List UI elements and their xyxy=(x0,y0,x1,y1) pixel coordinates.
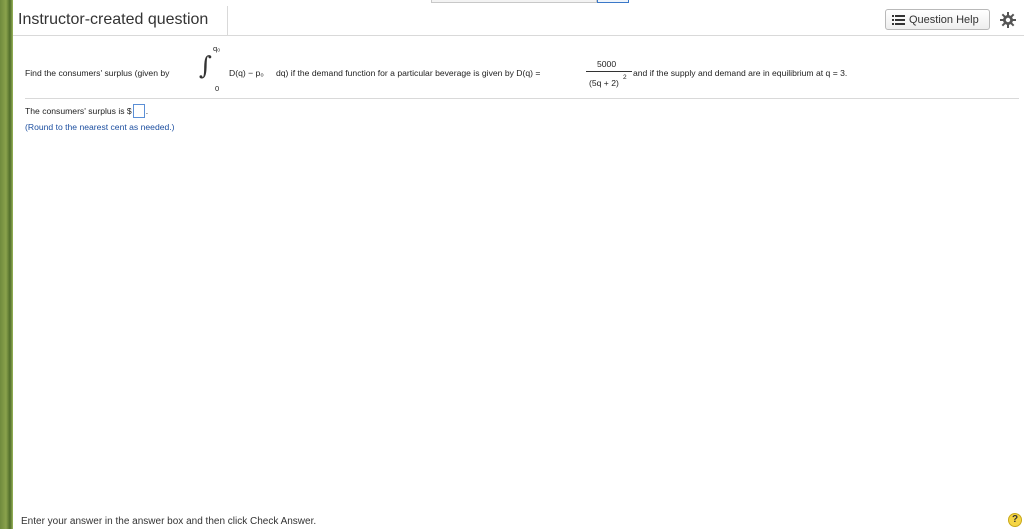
answer-area: The consumers' surplus is $ . (Round to … xyxy=(25,104,175,132)
top-tab-active[interactable] xyxy=(597,0,629,3)
help-circle-icon[interactable]: ? xyxy=(1008,513,1022,527)
question-text-equilibrium: and if the supply and demand are in equi… xyxy=(633,68,848,78)
fraction-bar xyxy=(586,71,632,72)
demand-denominator: (5q + 2) xyxy=(589,78,619,88)
answer-line: The consumers' surplus is $ . xyxy=(25,104,175,118)
question-help-button[interactable]: Question Help xyxy=(885,9,990,30)
answer-suffix: . xyxy=(145,106,149,116)
gear-icon[interactable] xyxy=(1000,12,1016,28)
answer-prefix: The consumers' surplus is $ xyxy=(25,106,132,116)
page-title: Instructor-created question xyxy=(18,11,209,28)
integral-upper-limit: q₀ xyxy=(213,44,221,53)
question-text-demand: dq) if the demand function for a particu… xyxy=(276,68,541,78)
answer-input[interactable] xyxy=(132,104,145,118)
header-bar: Instructor-created question Question Hel… xyxy=(13,6,1024,36)
footer-instruction: Enter your answer in the answer box and … xyxy=(21,516,317,527)
integrand: D(q) − p₀ xyxy=(229,68,264,78)
title-divider xyxy=(227,6,228,35)
demand-numerator: 5000 xyxy=(597,59,617,69)
list-icon xyxy=(892,14,905,25)
question-page: Instructor-created question Question Hel… xyxy=(13,0,1024,529)
question-statement: Find the consumers' surplus (given by q₀… xyxy=(25,40,1019,99)
rounding-hint: (Round to the nearest cent as needed.) xyxy=(25,122,175,132)
question-help-label: Question Help xyxy=(909,13,979,26)
top-tab[interactable] xyxy=(431,0,597,3)
demand-exponent: 2 xyxy=(623,74,627,81)
question-text-intro: Find the consumers' surplus (given by xyxy=(25,68,170,78)
integral-lower-limit: 0 xyxy=(215,84,220,93)
integral-sign-icon: ∫ xyxy=(199,51,213,80)
